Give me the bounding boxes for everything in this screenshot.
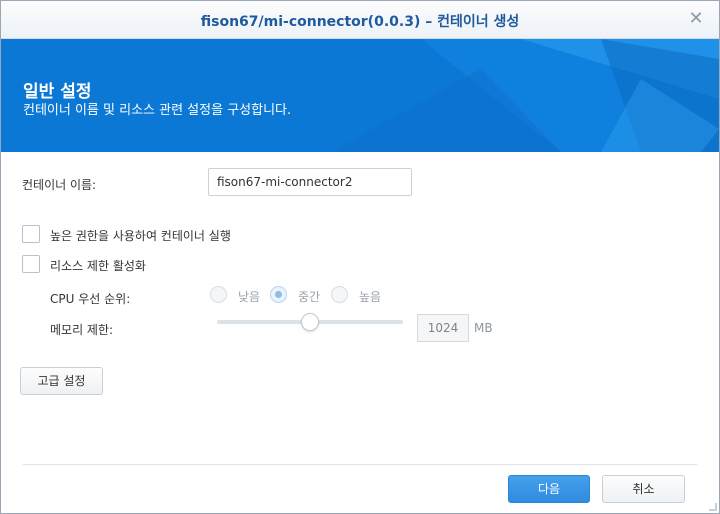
header-banner: 일반 설정 컨테이너 이름 및 리소스 관련 설정을 구성합니다.	[1, 39, 719, 152]
next-button[interactable]: 다음	[508, 475, 590, 503]
banner-subtitle: 컨테이너 이름 및 리소스 관련 설정을 구성합니다.	[23, 103, 292, 118]
cpu-priority-low-radio[interactable]	[210, 286, 227, 303]
cpu-priority-high-radio[interactable]	[331, 286, 348, 303]
memory-limit-label: 메모리 제한:	[50, 323, 114, 337]
resource-limit-label[interactable]: 리소스 제한 활성화	[50, 257, 146, 274]
dialog-titlebar[interactable]: fison67/mi-connector(0.0.3) – 컨테이너 생성 ✕	[1, 1, 719, 39]
memory-slider[interactable]	[217, 313, 403, 331]
container-name-label: 컨테이너 이름:	[22, 178, 97, 192]
privileged-checkbox[interactable]	[22, 225, 40, 243]
resize-grip-icon[interactable]	[709, 503, 717, 511]
cpu-priority-low-label[interactable]: 낮음	[238, 288, 260, 305]
advanced-settings-button[interactable]: 고급 설정	[20, 367, 103, 395]
cpu-priority-medium-label[interactable]: 중간	[298, 288, 320, 305]
memory-unit: MB	[474, 321, 493, 335]
privileged-label[interactable]: 높은 권한을 사용하여 컨테이너 실행	[50, 227, 231, 244]
banner-background-graphic	[331, 39, 719, 152]
memory-slider-thumb[interactable]	[301, 313, 319, 331]
dialog-title: fison67/mi-connector(0.0.3) – 컨테이너 생성	[200, 14, 520, 30]
cpu-priority-label: CPU 우선 순위:	[50, 292, 131, 306]
memory-limit-input[interactable]	[417, 314, 469, 342]
close-icon[interactable]: ✕	[687, 10, 705, 28]
cancel-button[interactable]: 취소	[602, 475, 685, 503]
cpu-priority-high-label[interactable]: 높음	[359, 288, 381, 305]
container-name-input[interactable]	[208, 168, 412, 196]
cpu-priority-medium-radio[interactable]	[270, 286, 287, 303]
footer-divider	[23, 464, 697, 465]
resource-limit-checkbox[interactable]	[22, 255, 40, 273]
create-container-dialog: fison67/mi-connector(0.0.3) – 컨테이너 생성 ✕ …	[0, 0, 720, 514]
